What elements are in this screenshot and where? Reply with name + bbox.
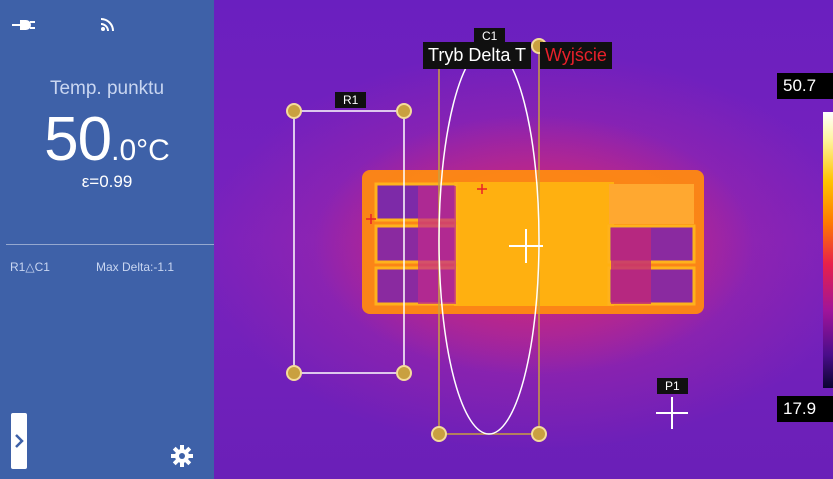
max-delta-value: Max Delta:-1.1 xyxy=(96,260,175,274)
divider xyxy=(6,244,214,245)
point-label: P1 xyxy=(657,378,688,394)
hot-center xyxy=(454,182,614,306)
expand-panel-button[interactable] xyxy=(11,413,27,469)
delta-pair: R1△C1 xyxy=(10,260,50,274)
thermal-image-view[interactable]: R1 C1 P1 Tryb Delta T Wyjście 50.7 17.9 xyxy=(214,0,833,479)
readout-label: Temp. punktu xyxy=(49,78,165,99)
gear-icon xyxy=(171,445,193,467)
roi-handle[interactable] xyxy=(286,365,302,381)
mode-label: Tryb Delta T xyxy=(423,42,532,69)
plug-icon xyxy=(12,20,35,30)
roi-handle[interactable] xyxy=(396,365,412,381)
slot-warm xyxy=(611,228,651,304)
slot-warm xyxy=(418,186,456,304)
hot-right-top xyxy=(609,184,694,224)
chevron-right-icon xyxy=(15,434,24,448)
roi-handle[interactable] xyxy=(531,426,547,442)
temperature-decimal: .0 xyxy=(111,134,137,167)
wifi-icon xyxy=(100,18,114,32)
status-icons xyxy=(12,18,192,42)
roi-handle[interactable] xyxy=(286,103,302,119)
point-marker-icon[interactable] xyxy=(656,397,688,429)
temperature-unit: °C xyxy=(136,134,170,167)
scale-max-value: 50.7 xyxy=(777,73,833,99)
roi-rectangle-label: R1 xyxy=(335,92,367,108)
roi-handle[interactable] xyxy=(431,426,447,442)
temperature-scale-bar xyxy=(823,112,833,388)
scale-min-value: 17.9 xyxy=(777,396,833,422)
temperature-integer: 50 xyxy=(44,105,112,174)
exit-button[interactable]: Wyjście xyxy=(540,42,612,69)
roi-handle[interactable] xyxy=(396,103,412,119)
settings-button[interactable] xyxy=(170,444,194,468)
emissivity-value: ε=0.99 xyxy=(81,172,133,191)
thermal-scene xyxy=(286,38,704,442)
temperature-readout: 50.0°C xyxy=(0,104,214,175)
side-panel: Temp. punktu 50.0°C ε=0.99 R1△C1 Max Del… xyxy=(0,0,214,479)
